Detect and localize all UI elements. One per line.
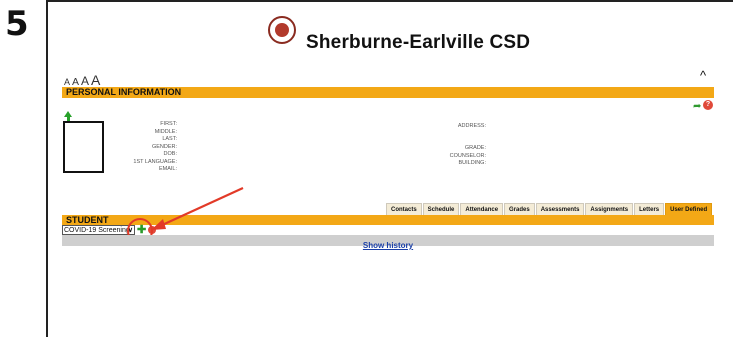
- annotation-arrow-line: [159, 186, 244, 228]
- annotation-arrow-head: [151, 219, 166, 230]
- annotation-arrow-icon: [151, 186, 244, 230]
